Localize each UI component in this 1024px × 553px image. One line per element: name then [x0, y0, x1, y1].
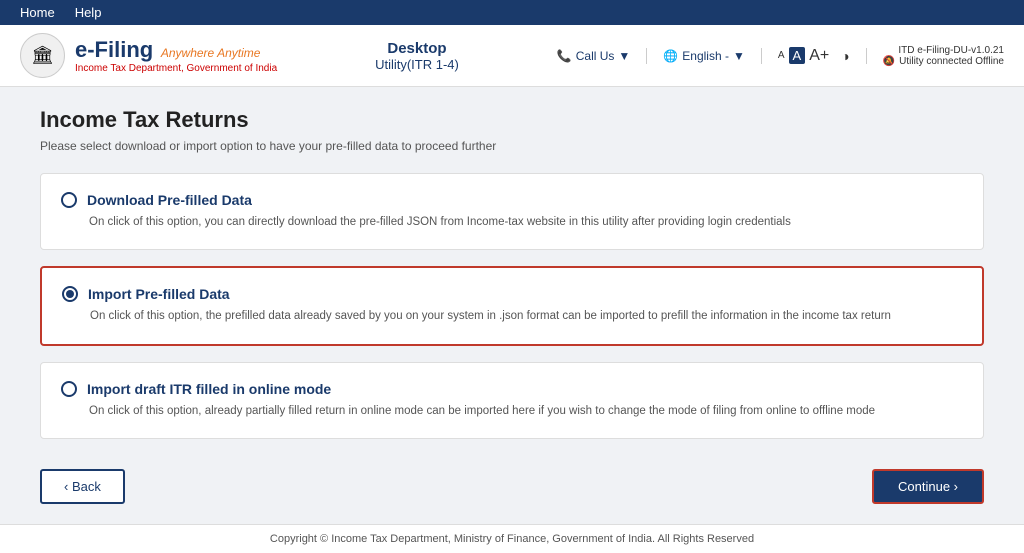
- desktop-utility-title: Desktop Utility(ITR 1-4): [375, 40, 459, 72]
- logo-area: 🏛 e-Filing Anywhere Anytime Income Tax D…: [20, 33, 277, 78]
- nav-help[interactable]: Help: [75, 5, 102, 20]
- logo-text: e-Filing Anywhere Anytime Income Tax Dep…: [75, 37, 277, 74]
- emblem-icon: 🏛: [20, 33, 65, 78]
- back-button[interactable]: ‹ Back: [40, 469, 125, 504]
- footer: Copyright © Income Tax Department, Minis…: [0, 524, 1024, 553]
- language-selector[interactable]: 🌐 English - ▼: [663, 49, 745, 63]
- radio-download[interactable]: [61, 192, 77, 208]
- option2-title: Import Pre-filled Data: [88, 286, 230, 302]
- font-large-button[interactable]: A+: [809, 47, 829, 65]
- logo-subtitle: Income Tax Department, Government of Ind…: [75, 63, 277, 74]
- option1-title: Download Pre-filled Data: [87, 192, 252, 208]
- nav-home[interactable]: Home: [20, 5, 55, 20]
- option2-header: Import Pre-filled Data: [62, 286, 962, 302]
- divider3: [866, 48, 867, 64]
- globe-icon: 🌐: [663, 49, 678, 63]
- radio-draft[interactable]: [61, 381, 77, 397]
- font-small-button[interactable]: A: [778, 50, 785, 61]
- top-navbar: Home Help: [0, 0, 1024, 25]
- phone-icon: 📞: [557, 49, 572, 63]
- offline-icon: 🔕: [883, 56, 895, 67]
- bottom-bar: ‹ Back Continue ›: [40, 459, 984, 504]
- radio-import[interactable]: [62, 286, 78, 302]
- logo-efiling-text: e-Filing Anywhere Anytime: [75, 37, 277, 63]
- page-title: Income Tax Returns: [40, 107, 984, 133]
- option1-desc: On click of this option, you can directl…: [61, 214, 963, 231]
- divider2: [761, 48, 762, 64]
- option3-header: Import draft ITR filled in online mode: [61, 381, 963, 397]
- font-controls: A A A+: [778, 47, 829, 65]
- option2-desc: On click of this option, the prefilled d…: [62, 308, 962, 325]
- itd-info: ITD e-Filing-DU-v1.0.21 🔕 Utility connec…: [883, 45, 1004, 67]
- page-subtitle: Please select download or import option …: [40, 139, 984, 153]
- header-right: 📞 Call Us ▼ 🌐 English - ▼ A A A+ ◑ ITD e…: [557, 45, 1004, 67]
- option3-desc: On click of this option, already partial…: [61, 403, 963, 420]
- main-content: Income Tax Returns Please select downloa…: [0, 87, 1024, 524]
- continue-button[interactable]: Continue ›: [872, 469, 984, 504]
- contrast-button[interactable]: ◑: [841, 48, 849, 64]
- option3-title: Import draft ITR filled in online mode: [87, 381, 331, 397]
- option-card-import[interactable]: Import Pre-filled Data On click of this …: [40, 266, 984, 345]
- option-card-draft[interactable]: Import draft ITR filled in online mode O…: [40, 362, 984, 439]
- call-us-button[interactable]: 📞 Call Us ▼: [557, 49, 631, 63]
- option-card-download[interactable]: Download Pre-filled Data On click of thi…: [40, 173, 984, 250]
- option1-header: Download Pre-filled Data: [61, 192, 963, 208]
- font-medium-button[interactable]: A: [789, 47, 806, 64]
- divider: [646, 48, 647, 64]
- header: 🏛 e-Filing Anywhere Anytime Income Tax D…: [0, 25, 1024, 87]
